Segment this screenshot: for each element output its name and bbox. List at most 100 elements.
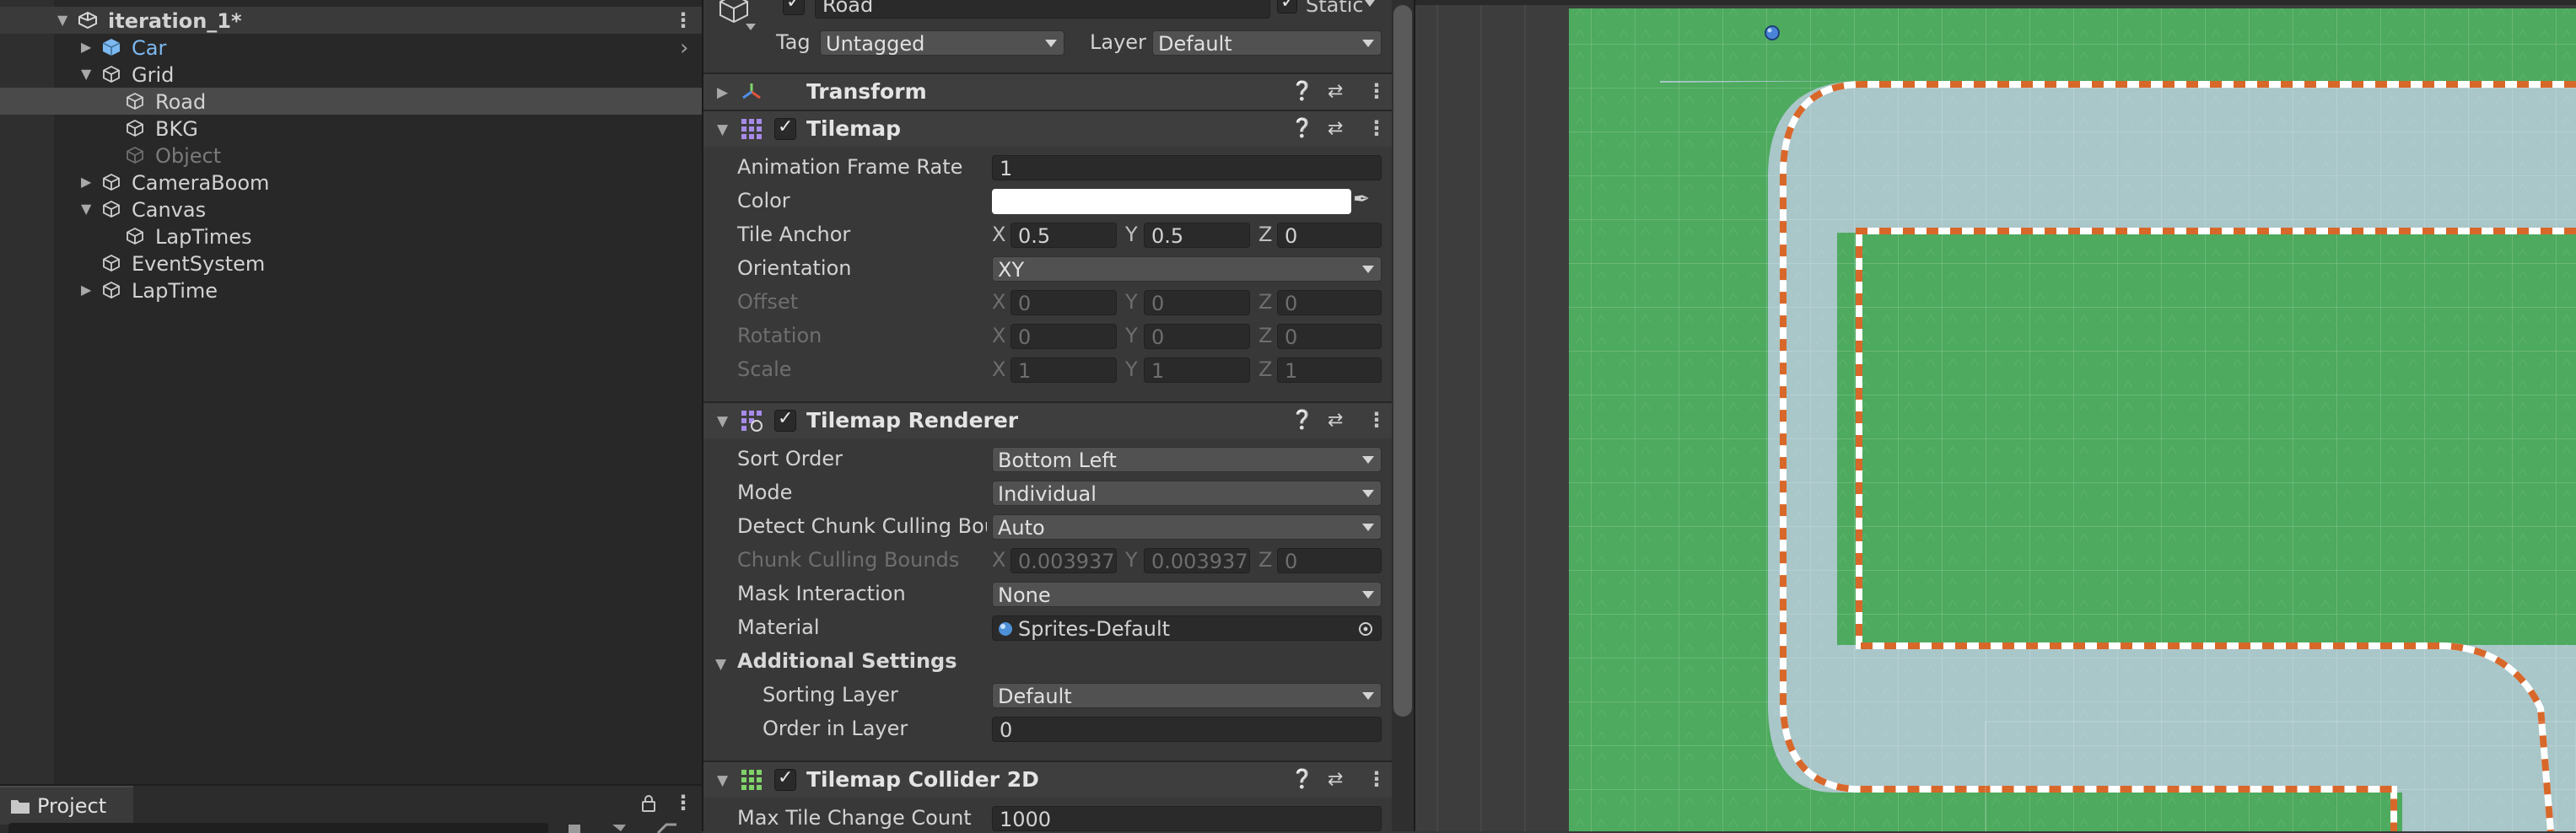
- max-tile-change-field[interactable]: 1000: [992, 806, 1382, 831]
- project-search-input[interactable]: [8, 823, 548, 833]
- filter-icon[interactable]: [611, 823, 628, 833]
- tilemap-enabled-checkbox[interactable]: [774, 116, 796, 140]
- material-object-field[interactable]: Sprites-Default: [992, 615, 1382, 641]
- expand-arrow-icon[interactable]: ▼: [715, 656, 726, 673]
- hierarchy-item-laptimes[interactable]: LapTimes: [0, 223, 702, 250]
- label-filter-icon[interactable]: [655, 823, 688, 833]
- hierarchy-item-label: Grid: [132, 63, 175, 87]
- scene-menu-icon[interactable]: ⋮: [673, 10, 693, 30]
- rotation-z-value: 0: [1285, 325, 1298, 349]
- pivot-handle[interactable]: [1765, 25, 1780, 40]
- expand-arrow-icon[interactable]: ▼: [717, 121, 728, 138]
- sorting-layer-dropdown[interactable]: Default: [992, 683, 1382, 708]
- hierarchy-item-label: LapTimes: [155, 225, 252, 249]
- expand-arrow-icon[interactable]: ▼: [81, 66, 91, 82]
- color-swatch[interactable]: [992, 189, 1351, 214]
- orientation-dropdown[interactable]: XY: [992, 256, 1382, 282]
- static-dropdown-arrow-icon[interactable]: [1365, 0, 1375, 7]
- component-menu-icon[interactable]: ⋮: [1366, 81, 1387, 101]
- presets-icon[interactable]: ⇄: [1328, 771, 1343, 789]
- expand-arrow-icon[interactable]: ▼: [717, 772, 728, 789]
- tile-anchor-x-field[interactable]: 0.5: [1010, 223, 1117, 248]
- inspector-scrollbar-thumb[interactable]: [1393, 5, 1412, 717]
- chunk-bounds-x-field: 0.003937: [1010, 548, 1117, 573]
- scene-canvas[interactable]: [1415, 0, 2576, 831]
- hierarchy-scene-row[interactable]: ▼ iteration_1* ⋮: [0, 7, 702, 34]
- expand-arrow-icon[interactable]: ▼: [81, 201, 91, 217]
- component-menu-icon[interactable]: ⋮: [1366, 118, 1387, 138]
- expand-arrow-icon[interactable]: ▼: [717, 413, 728, 430]
- tile-anchor-y-value: 0.5: [1151, 224, 1184, 248]
- chevron-right-icon[interactable]: ›: [680, 35, 688, 61]
- expand-arrow-icon[interactable]: ▶: [717, 84, 728, 101]
- component-title: Tilemap Collider 2D: [806, 767, 1039, 792]
- expand-arrow-icon[interactable]: ▶: [81, 174, 91, 190]
- lock-icon[interactable]: [641, 794, 656, 813]
- hierarchy-item-cameraboom[interactable]: ▶ CameraBoom: [0, 169, 702, 196]
- icon-dropdown-arrow-icon[interactable]: [746, 24, 756, 30]
- hierarchy-item-road[interactable]: Road: [0, 88, 702, 115]
- offset-z-value: 0: [1285, 292, 1298, 315]
- expand-arrow-icon[interactable]: ▼: [57, 12, 67, 28]
- hierarchy-item-laptime[interactable]: ▶ LapTime: [0, 277, 702, 304]
- hierarchy-item-label: Canvas: [132, 198, 207, 222]
- tab-project[interactable]: Project: [0, 786, 133, 825]
- tile-anchor-y-field[interactable]: 0.5: [1144, 223, 1250, 248]
- tilemap-component-header[interactable]: ▼ Tilemap ❔ ⇄ ⋮: [703, 110, 1392, 147]
- order-in-layer-field[interactable]: 0: [992, 717, 1382, 742]
- collider-enabled-checkbox[interactable]: [774, 767, 796, 791]
- hierarchy-item-eventsystem[interactable]: EventSystem: [0, 250, 702, 277]
- orientation-label: Orientation: [737, 256, 852, 280]
- component-menu-icon[interactable]: ⋮: [1366, 410, 1387, 430]
- scale-x-value: 1: [1018, 359, 1032, 383]
- tilemap-renderer-component-header[interactable]: ▼ Tilemap Renderer ❔ ⇄ ⋮: [703, 401, 1392, 438]
- create-icon[interactable]: [567, 823, 584, 833]
- mask-interaction-dropdown[interactable]: None: [992, 582, 1382, 607]
- scene-toolbar-edge: [1415, 0, 2576, 5]
- project-menu-icon[interactable]: ⋮: [673, 793, 693, 813]
- gameobject-cube-icon: [127, 92, 143, 110]
- expand-arrow-icon[interactable]: ▶: [81, 282, 91, 298]
- additional-settings-foldout[interactable]: Additional Settings: [737, 649, 957, 673]
- axis-x-label: X: [992, 223, 1006, 246]
- sort-order-dropdown[interactable]: Bottom Left: [992, 447, 1382, 472]
- tile-texture-overlay: [1569, 8, 2576, 831]
- help-icon[interactable]: ❔: [1291, 411, 1313, 430]
- help-icon[interactable]: ❔: [1291, 771, 1313, 789]
- animation-frame-rate-value: 1: [1000, 157, 1013, 180]
- presets-icon[interactable]: ⇄: [1328, 120, 1343, 138]
- presets-icon[interactable]: ⇄: [1328, 411, 1343, 430]
- hierarchy-item-bkg[interactable]: BKG: [0, 115, 702, 142]
- hierarchy-item-object[interactable]: Object: [0, 142, 702, 169]
- presets-icon[interactable]: ⇄: [1328, 83, 1343, 101]
- axis-x-label: X: [992, 357, 1006, 381]
- chevron-down-icon: [1362, 524, 1374, 531]
- mode-label: Mode: [737, 481, 793, 504]
- tag-dropdown[interactable]: Untagged: [820, 30, 1064, 56]
- active-checkbox[interactable]: [783, 0, 805, 15]
- detect-chunk-culling-dropdown[interactable]: Auto: [992, 514, 1382, 540]
- layer-dropdown[interactable]: Default: [1152, 30, 1382, 56]
- object-name-field[interactable]: Road: [815, 0, 1270, 19]
- mask-interaction-label: Mask Interaction: [737, 582, 906, 605]
- help-icon[interactable]: ❔: [1291, 120, 1313, 138]
- tilemap-collider-component-header[interactable]: ▼ Tilemap Collider 2D ❔ ⇄ ⋮: [703, 760, 1392, 798]
- hierarchy-item-car[interactable]: ▶ Car ›: [0, 34, 702, 61]
- hierarchy-item-grid[interactable]: ▼ Grid: [0, 61, 702, 88]
- static-checkbox[interactable]: [1277, 0, 1297, 13]
- offset-y-field: 0: [1144, 290, 1250, 315]
- transform-component-header[interactable]: ▶ Transform ❔ ⇄ ⋮: [703, 73, 1392, 110]
- eyedropper-icon[interactable]: ✒: [1353, 187, 1370, 211]
- object-picker-icon[interactable]: [1357, 621, 1374, 637]
- expand-arrow-icon[interactable]: ▶: [81, 39, 91, 55]
- mode-dropdown[interactable]: Individual: [992, 481, 1382, 506]
- static-label: Static: [1306, 0, 1364, 17]
- component-menu-icon[interactable]: ⋮: [1366, 769, 1387, 789]
- animation-frame-rate-field[interactable]: 1: [992, 155, 1382, 180]
- animation-frame-rate-label: Animation Frame Rate: [737, 155, 963, 179]
- renderer-enabled-checkbox[interactable]: [774, 408, 796, 432]
- hierarchy-item-canvas[interactable]: ▼ Canvas: [0, 196, 702, 223]
- help-icon[interactable]: ❔: [1291, 83, 1313, 101]
- tile-anchor-z-field[interactable]: 0: [1277, 223, 1382, 248]
- pivot-highlight: [1767, 28, 1772, 33]
